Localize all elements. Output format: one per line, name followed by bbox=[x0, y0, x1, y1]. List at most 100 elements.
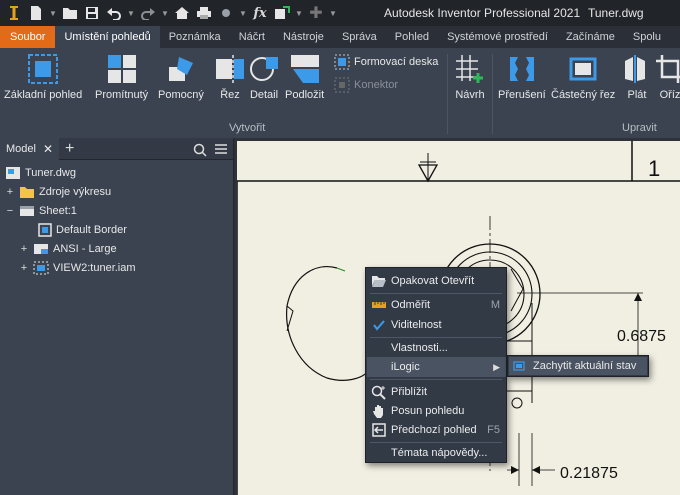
tab-place-views[interactable]: Umístění pohledů bbox=[55, 26, 160, 48]
menu-item-previous-view[interactable]: Předchozí pohled F5 bbox=[367, 420, 506, 440]
folder-open-icon bbox=[369, 274, 389, 288]
break-button[interactable]: Přerušení bbox=[498, 53, 546, 101]
add-tab-icon[interactable]: + bbox=[65, 140, 74, 158]
redo-dropdown-icon[interactable]: ▼ bbox=[160, 3, 170, 23]
sketch-grid-icon bbox=[456, 55, 483, 83]
sketch-button[interactable]: Návrh bbox=[454, 53, 486, 101]
tree-item-sheet[interactable]: − Sheet:1 bbox=[5, 204, 77, 218]
menu-item-measure[interactable]: Odměřit M bbox=[367, 295, 506, 315]
menu-item-label: Přiblížit bbox=[391, 386, 428, 398]
add-icon[interactable]: ✚ bbox=[306, 3, 326, 23]
undo-icon[interactable] bbox=[104, 3, 124, 23]
menu-item-capture-current-state[interactable]: Zachytit aktuální stav bbox=[509, 357, 647, 375]
context-menu: Opakovat Otevřít Odměřit M Viditelnost V… bbox=[365, 267, 507, 463]
tab-annotate[interactable]: Poznámka bbox=[160, 26, 230, 48]
menu-item-zoom[interactable]: Přiblížit bbox=[367, 382, 506, 402]
expand-icon[interactable]: + bbox=[19, 262, 29, 274]
save-icon[interactable] bbox=[82, 3, 102, 23]
menu-item-properties[interactable]: Vlastnosti... bbox=[367, 338, 506, 358]
undo-dropdown-icon[interactable]: ▼ bbox=[126, 3, 136, 23]
tab-manage[interactable]: Správa bbox=[333, 26, 386, 48]
tab-tools[interactable]: Nástroje bbox=[274, 26, 333, 48]
parameters-icon[interactable]: fx bbox=[250, 3, 270, 23]
browser-tab-label: Model bbox=[6, 142, 36, 155]
tab-sketch[interactable]: Náčrt bbox=[230, 26, 274, 48]
print-icon[interactable] bbox=[194, 3, 214, 23]
tree-item-label: ANSI - Large bbox=[53, 243, 117, 255]
slice-button[interactable]: Plát bbox=[621, 53, 653, 101]
update-icon[interactable] bbox=[272, 3, 292, 23]
menu-item-help-topics[interactable]: Témata nápovědy... bbox=[367, 443, 506, 463]
dimension-0-6875[interactable]: 0.6875 bbox=[617, 328, 666, 345]
detail-button[interactable]: Detail bbox=[248, 53, 280, 101]
base-view-icon bbox=[28, 54, 59, 84]
zoom-icon bbox=[369, 384, 389, 400]
menu-item-label: iLogic bbox=[391, 361, 420, 373]
connector-button[interactable]: Konektor bbox=[334, 77, 398, 93]
tab-view[interactable]: Pohled bbox=[386, 26, 438, 48]
crop-button[interactable]: Oříz bbox=[654, 53, 680, 101]
dimension-0-21875[interactable]: 0.21875 bbox=[560, 465, 618, 482]
ilogic-submenu: Zachytit aktuální stav bbox=[507, 355, 649, 377]
menu-icon[interactable] bbox=[214, 143, 228, 158]
quick-access-toolbar: ▼ ▼ ▼ ▼ fx ▼ ✚ ▼ bbox=[0, 3, 338, 23]
tab-file[interactable]: Soubor bbox=[0, 26, 56, 48]
break-out-button[interactable]: Částečný řez bbox=[551, 53, 615, 101]
home-icon[interactable] bbox=[172, 3, 192, 23]
base-view-button[interactable]: Základní pohled bbox=[4, 53, 82, 101]
sheet-icon bbox=[20, 206, 34, 216]
menu-item-label: Viditelnost bbox=[391, 319, 442, 331]
flat-pattern-button[interactable]: Formovací deska bbox=[334, 54, 438, 70]
close-icon[interactable]: ✕ bbox=[43, 142, 53, 156]
menu-item-label: Posun pohledu bbox=[391, 405, 465, 417]
browser-tab-model[interactable]: Model ✕ bbox=[0, 137, 60, 160]
expand-icon[interactable]: + bbox=[19, 243, 29, 255]
search-icon[interactable] bbox=[193, 143, 207, 160]
group-separator bbox=[447, 54, 448, 134]
tree-item-view[interactable]: + VIEW2:tuner.iam bbox=[19, 261, 136, 275]
expand-icon[interactable]: + bbox=[5, 186, 15, 198]
tab-environments[interactable]: Systémové prostředí bbox=[438, 26, 557, 48]
tree-item-document[interactable]: Tuner.dwg bbox=[5, 166, 76, 180]
tree-item-label: Default Border bbox=[56, 224, 127, 236]
break-label: Přerušení bbox=[498, 89, 546, 101]
menu-item-pan[interactable]: Posun pohledu bbox=[367, 401, 506, 421]
pan-hand-icon bbox=[369, 403, 389, 419]
sketch-label: Návrh bbox=[455, 89, 485, 101]
new-dropdown-icon[interactable]: ▼ bbox=[48, 3, 58, 23]
menu-item-ilogic[interactable]: iLogic ▶ bbox=[367, 357, 506, 377]
menu-item-repeat-open[interactable]: Opakovat Otevřít bbox=[367, 271, 506, 291]
tree-item-title-block[interactable]: + ANSI - Large bbox=[19, 242, 117, 256]
redo-icon[interactable] bbox=[138, 3, 158, 23]
projected-button[interactable]: Promítnutý bbox=[95, 53, 148, 101]
update-dropdown-icon[interactable]: ▼ bbox=[294, 3, 304, 23]
app-title: Autodesk Inventor Professional 2021 bbox=[384, 6, 581, 20]
new-icon[interactable] bbox=[26, 3, 46, 23]
tree-item-default-border[interactable]: Default Border bbox=[38, 223, 127, 237]
menu-item-visibility[interactable]: Viditelnost bbox=[367, 315, 506, 335]
section-button[interactable]: Řez bbox=[214, 53, 246, 101]
open-icon[interactable] bbox=[60, 3, 80, 23]
modify-group-label: Upravit bbox=[622, 122, 657, 134]
tab-collaborate[interactable]: Spolu bbox=[624, 26, 670, 48]
folder-icon bbox=[20, 187, 34, 198]
tree-item-drawing-resources[interactable]: + Zdroje výkresu bbox=[5, 185, 111, 199]
overlay-button[interactable]: Podložit bbox=[285, 53, 324, 101]
auxiliary-label: Pomocný bbox=[158, 89, 204, 101]
browser-tabs: Model ✕ + bbox=[0, 137, 233, 160]
menu-item-label: Vlastnosti... bbox=[391, 342, 448, 354]
material-icon[interactable] bbox=[216, 3, 236, 23]
app-menu-icon[interactable] bbox=[4, 3, 24, 23]
section-label: Řez bbox=[220, 89, 240, 101]
collapse-icon[interactable]: − bbox=[5, 205, 15, 217]
flat-pattern-icon bbox=[334, 54, 350, 70]
tree-item-label: Tuner.dwg bbox=[25, 167, 76, 179]
tree-item-label: VIEW2:tuner.iam bbox=[53, 262, 136, 274]
auxiliary-icon bbox=[168, 57, 193, 81]
add-dropdown-icon[interactable]: ▼ bbox=[328, 3, 338, 23]
auxiliary-button[interactable]: Pomocný bbox=[158, 53, 204, 101]
tab-get-started[interactable]: Začínáme bbox=[557, 26, 624, 48]
menu-item-label: Odměřit bbox=[391, 299, 431, 311]
material-dropdown-icon[interactable]: ▼ bbox=[238, 3, 248, 23]
slice-label: Plát bbox=[627, 89, 647, 101]
